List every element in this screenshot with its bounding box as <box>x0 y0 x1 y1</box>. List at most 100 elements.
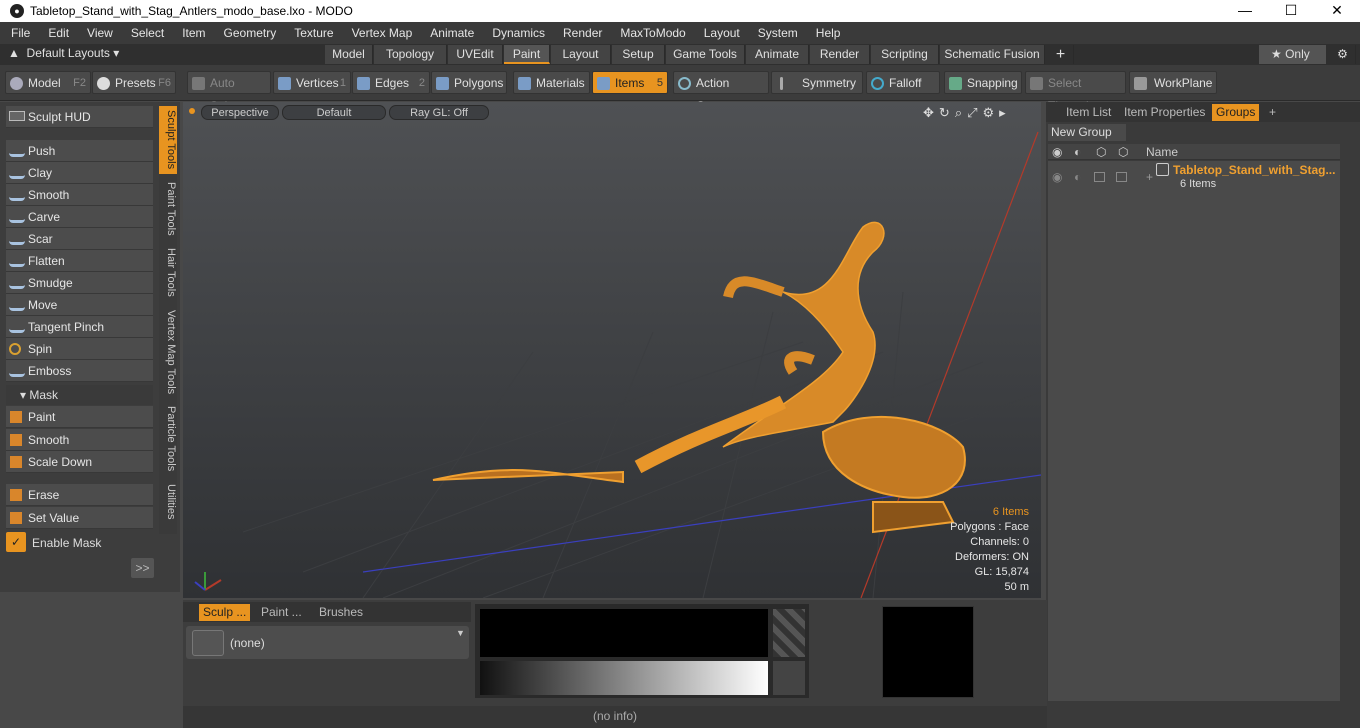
lock-column-icon[interactable]: ⬡ <box>1096 145 1106 159</box>
menu-system[interactable]: System <box>747 26 805 40</box>
group-visibility-icon[interactable]: ◉ <box>1052 170 1062 184</box>
select-through-button[interactable]: Select Through <box>1025 71 1126 113</box>
tool-emboss[interactable]: Emboss <box>6 360 153 382</box>
group-name[interactable]: Tabletop_Stand_with_Stag... <box>1173 163 1335 177</box>
new-group-button[interactable]: New Group <box>1048 124 1126 141</box>
menu-view[interactable]: View <box>76 26 120 40</box>
presets-button[interactable]: Presets F6 <box>92 71 176 94</box>
workplane-button[interactable]: WorkPlane <box>1129 71 1217 94</box>
default-layouts-dropdown[interactable]: ▲ Default Layouts ▾ <box>8 46 119 60</box>
tab-paint[interactable]: Paint <box>504 45 550 64</box>
tab-paint-tools[interactable]: Paint Tools <box>159 178 177 240</box>
gradient-ramp[interactable] <box>480 661 768 695</box>
group-render-icon[interactable]: ◐ <box>1074 170 1081 184</box>
tab-sculpt-tools[interactable]: Sculpt Tools <box>159 106 177 174</box>
tab-topology[interactable]: Topology <box>374 45 447 64</box>
menu-render[interactable]: Render <box>552 26 609 40</box>
tab-sculpt[interactable]: Sculp ... <box>199 604 251 621</box>
mask-paint[interactable]: Paint <box>6 406 153 428</box>
auto-select-button[interactable]: Auto Select <box>187 71 271 113</box>
tool-push[interactable]: Push <box>6 140 153 162</box>
tool-scar[interactable]: Scar <box>6 228 153 250</box>
tab-render[interactable]: Render <box>810 45 870 64</box>
model-button[interactable]: Model F2 <box>5 71 91 94</box>
menu-file[interactable]: File <box>0 26 37 40</box>
tab-vertex-map-tools[interactable]: Vertex Map Tools <box>159 306 177 398</box>
view-more-icon[interactable]: ▸ <box>999 105 1011 120</box>
tool-smooth[interactable]: Smooth <box>6 184 153 206</box>
expand-button[interactable]: >> <box>131 558 154 578</box>
group-lock-toggle[interactable] <box>1094 172 1105 182</box>
3d-viewport[interactable]: Perspective Default Ray GL: Off ✥↻⌕⤢⚙▸ 6… <box>183 102 1041 598</box>
items-button[interactable]: Items 5 <box>592 71 668 94</box>
mask-smooth[interactable]: Smooth <box>6 429 153 451</box>
menu-texture[interactable]: Texture <box>283 26 340 40</box>
tab-groups[interactable]: Groups <box>1212 104 1260 121</box>
raygl-toggle[interactable]: Ray GL: Off <box>389 105 489 120</box>
menu-help[interactable]: Help <box>805 26 848 40</box>
shading-default[interactable]: Default <box>282 105 386 120</box>
visibility-column-icon[interactable]: ◉ <box>1052 145 1062 159</box>
menu-item[interactable]: Item <box>171 26 212 40</box>
tab-scripting[interactable]: Scripting <box>871 45 939 64</box>
polygons-button[interactable]: Polygons <box>431 71 507 94</box>
move-view-icon[interactable]: ✥ <box>923 105 939 120</box>
tab-game-tools[interactable]: Game Tools <box>666 45 745 64</box>
tool-flatten[interactable]: Flatten <box>6 250 153 272</box>
tab-schematic-fusion[interactable]: Schematic Fusion <box>940 45 1045 64</box>
viewport-options-icon[interactable] <box>189 108 195 114</box>
menu-geometry[interactable]: Geometry <box>213 26 284 40</box>
tab-uvedit[interactable]: UVEdit <box>448 45 503 64</box>
erase-button[interactable]: Erase <box>6 484 153 506</box>
snapping-button[interactable]: Snapping <box>944 71 1022 94</box>
group-select-toggle[interactable] <box>1116 172 1127 182</box>
enable-mask-checkbox[interactable]: ✓ <box>6 532 26 552</box>
maximize-button[interactable]: ☐ <box>1268 0 1314 22</box>
tab-layout[interactable]: Layout <box>551 45 611 64</box>
action-center-button[interactable]: Action Center <box>673 71 769 113</box>
only-toggle[interactable]: ★ Only <box>1259 45 1326 64</box>
add-panel-tab-button[interactable]: + <box>1265 104 1280 121</box>
group-row[interactable]: ◉ ◐ + Tabletop_Stand_with_Stag... 6 Item… <box>1048 161 1340 193</box>
tab-hair-tools[interactable]: Hair Tools <box>159 244 177 302</box>
tab-item-list[interactable]: Item List <box>1062 104 1115 121</box>
menu-layout[interactable]: Layout <box>693 26 747 40</box>
tab-model[interactable]: Model <box>325 45 373 64</box>
tab-utilities[interactable]: Utilities <box>159 480 177 532</box>
tool-carve[interactable]: Carve <box>6 206 153 228</box>
brush-selector[interactable]: (none) ▼ <box>186 626 469 659</box>
tab-paint-bottom[interactable]: Paint ... <box>257 604 306 621</box>
menu-edit[interactable]: Edit <box>37 26 76 40</box>
view-mode-perspective[interactable]: Perspective <box>201 105 279 120</box>
menu-dynamics[interactable]: Dynamics <box>481 26 552 40</box>
view-gear-icon[interactable]: ⚙ <box>983 105 1000 120</box>
sculpt-hud-button[interactable]: Sculpt HUD <box>6 106 153 128</box>
symmetry-button[interactable]: Symmetry <box>771 71 863 94</box>
minimize-button[interactable]: — <box>1222 0 1268 22</box>
menu-animate[interactable]: Animate <box>419 26 481 40</box>
menu-select[interactable]: Select <box>120 26 171 40</box>
tab-particle-tools[interactable]: Particle Tools <box>159 402 177 476</box>
close-button[interactable]: ✕ <box>1314 0 1360 22</box>
rotate-view-icon[interactable]: ↻ <box>939 105 955 120</box>
layout-gear-icon[interactable]: ⚙ <box>1330 45 1356 64</box>
tab-brushes[interactable]: Brushes <box>315 604 367 621</box>
tool-move[interactable]: Move <box>6 294 153 316</box>
tool-clay[interactable]: Clay <box>6 162 153 184</box>
edges-button[interactable]: Edges 2 <box>352 71 430 94</box>
expand-group-icon[interactable]: + <box>1146 170 1153 184</box>
tool-smudge[interactable]: Smudge <box>6 272 153 294</box>
tab-item-properties[interactable]: Item Properties <box>1120 104 1209 121</box>
tool-spin[interactable]: Spin <box>6 338 153 360</box>
select-column-icon[interactable]: ⬡ <box>1118 145 1128 159</box>
tool-tangent-pinch[interactable]: Tangent Pinch <box>6 316 153 338</box>
set-value-button[interactable]: Set Value <box>6 507 153 529</box>
menu-vertex-map[interactable]: Vertex Map <box>341 26 420 40</box>
fit-view-icon[interactable]: ⤢ <box>967 105 982 120</box>
mask-section-header[interactable]: ▾ Mask <box>6 385 153 405</box>
vertices-button[interactable]: Vertices 1 <box>273 71 351 94</box>
menu-maxtomodo[interactable]: MaxToModo <box>609 26 692 40</box>
materials-button[interactable]: Materials <box>513 71 590 94</box>
add-tab-button[interactable]: + <box>1048 45 1074 64</box>
falloff-button[interactable]: Falloff <box>866 71 940 94</box>
